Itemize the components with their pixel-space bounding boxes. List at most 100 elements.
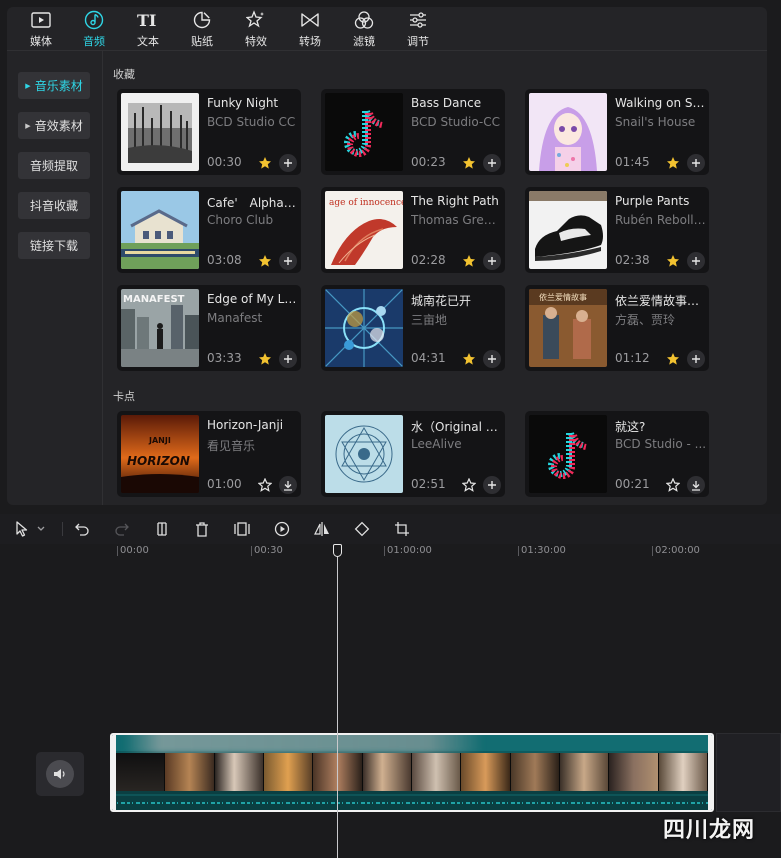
select-tool-button[interactable] bbox=[12, 519, 32, 539]
triangle-right-icon: ▶ bbox=[25, 81, 31, 90]
music-card[interactable]: 城南花已开 三亩地 04:31 bbox=[321, 285, 505, 371]
music-card[interactable]: Funky Night BCD Studio CC 00:30 bbox=[117, 89, 301, 175]
music-card[interactable]: age of innocence The Right Path Thomas Gr… bbox=[321, 187, 505, 273]
timeline-ruler[interactable]: 00:00 00:30 01:00:00 01:30:00 02:00:00 bbox=[0, 544, 781, 558]
star-outline-icon[interactable] bbox=[257, 477, 273, 493]
add-icon[interactable] bbox=[483, 154, 501, 172]
nav-music-library[interactable]: ▶ 音乐素材 bbox=[18, 72, 90, 99]
transition-icon bbox=[299, 9, 321, 31]
album-cover: MANAFEST bbox=[121, 289, 199, 367]
empty-track-segment bbox=[716, 733, 781, 812]
add-icon[interactable] bbox=[483, 252, 501, 270]
clip-trim-handle-right[interactable] bbox=[708, 735, 712, 810]
download-icon[interactable] bbox=[279, 476, 297, 494]
audio-waveform bbox=[112, 791, 712, 810]
tab-adjust[interactable]: 调节 bbox=[394, 9, 442, 51]
nav-label: 音乐素材 bbox=[34, 79, 83, 93]
toolbar-divider bbox=[62, 522, 63, 536]
track-duration: 01:12 bbox=[615, 351, 650, 365]
tab-audio[interactable]: 音频 bbox=[70, 9, 118, 51]
star-filled-icon[interactable] bbox=[665, 253, 681, 269]
freeze-frame-button[interactable] bbox=[232, 519, 252, 539]
track-duration: 02:38 bbox=[615, 253, 650, 267]
track-artist: 三亩地 bbox=[411, 313, 448, 327]
split-button[interactable] bbox=[152, 519, 172, 539]
svg-text:HORIZON: HORIZON bbox=[127, 454, 190, 468]
ruler-tick bbox=[117, 546, 118, 556]
media-panel: 媒体 音频 TI 文本 贴纸 特效 转场 滤镜 调节 ▶ 音乐素材 ▶ 音效素材… bbox=[7, 7, 767, 505]
star-filled-icon[interactable] bbox=[461, 351, 477, 367]
sticker-icon bbox=[191, 9, 213, 31]
add-icon[interactable] bbox=[483, 476, 501, 494]
album-cover bbox=[121, 93, 199, 171]
nav-label: 音频提取 bbox=[29, 159, 78, 173]
star-filled-icon[interactable] bbox=[665, 155, 681, 171]
nav-sound-effects[interactable]: ▶ 音效素材 bbox=[18, 112, 90, 139]
star-outline-icon[interactable] bbox=[461, 477, 477, 493]
track-title: Edge of My Life bbox=[207, 292, 299, 306]
music-card[interactable]: 依兰爱情故事 依兰爱情故事（... 方磊、贾玲 01:12 bbox=[525, 285, 709, 371]
music-card[interactable]: Bass Dance BCD Studio-CC 00:23 bbox=[321, 89, 505, 175]
tab-text[interactable]: TI 文本 bbox=[124, 9, 172, 51]
play-circle-icon bbox=[274, 521, 290, 537]
tab-sticker[interactable]: 贴纸 bbox=[178, 9, 226, 51]
redo-button[interactable] bbox=[112, 519, 132, 539]
nav-link-download[interactable]: 链接下载 bbox=[18, 232, 90, 259]
ruler-tick bbox=[652, 546, 653, 556]
star-filled-icon[interactable] bbox=[257, 253, 273, 269]
playhead-handle[interactable] bbox=[333, 544, 342, 557]
add-icon[interactable] bbox=[687, 350, 705, 368]
delete-button[interactable] bbox=[192, 519, 212, 539]
crop-button[interactable] bbox=[392, 519, 412, 539]
add-icon[interactable] bbox=[483, 350, 501, 368]
add-icon[interactable] bbox=[687, 252, 705, 270]
star-filled-icon[interactable] bbox=[257, 155, 273, 171]
track-artist: LeeAlive bbox=[411, 437, 462, 451]
music-card[interactable]: Purple Pants Rubén Rebolle... 02:38 bbox=[525, 187, 709, 273]
add-icon[interactable] bbox=[279, 154, 297, 172]
add-icon[interactable] bbox=[687, 154, 705, 172]
music-card[interactable]: Walking on Sn... Snail's House 01:45 bbox=[525, 89, 709, 175]
star-filled-icon[interactable] bbox=[257, 351, 273, 367]
tab-media[interactable]: 媒体 bbox=[17, 9, 65, 51]
nav-audio-extract[interactable]: 音频提取 bbox=[18, 152, 90, 179]
video-clip[interactable] bbox=[110, 733, 714, 812]
tab-transition[interactable]: 转场 bbox=[286, 9, 334, 51]
adjust-icon bbox=[407, 9, 429, 31]
nav-douyin-favorites[interactable]: 抖音收藏 bbox=[18, 192, 90, 219]
music-card[interactable]: MANAFEST Edge of My Life Manafest 03:33 bbox=[117, 285, 301, 371]
music-card[interactable]: 水（Original M... LeeAlive 02:51 bbox=[321, 411, 505, 497]
star-outline-icon[interactable] bbox=[665, 477, 681, 493]
speaker-icon bbox=[46, 760, 74, 788]
play-reverse-button[interactable] bbox=[272, 519, 292, 539]
clip-frame bbox=[263, 753, 314, 793]
track-title: Bass Dance bbox=[411, 96, 482, 110]
add-icon[interactable] bbox=[279, 350, 297, 368]
tab-filter[interactable]: 滤镜 bbox=[340, 9, 388, 51]
star-filled-icon[interactable] bbox=[461, 155, 477, 171]
select-icon bbox=[16, 521, 28, 537]
tab-effects[interactable]: 特效 bbox=[232, 9, 280, 51]
star-filled-icon[interactable] bbox=[461, 253, 477, 269]
add-icon[interactable] bbox=[279, 252, 297, 270]
rotate-button[interactable] bbox=[352, 519, 372, 539]
tab-label: 特效 bbox=[245, 35, 267, 48]
freeze-icon bbox=[234, 522, 250, 536]
track-artist: Rubén Rebolle... bbox=[615, 213, 707, 227]
select-mode-dropdown[interactable] bbox=[35, 519, 47, 539]
mirror-button[interactable] bbox=[312, 519, 332, 539]
playhead-line[interactable] bbox=[337, 552, 338, 858]
track-artist: 方磊、贾玲 bbox=[615, 313, 676, 327]
ruler-tick bbox=[384, 546, 385, 556]
music-card[interactable]: 就这? BCD Studio - ... 00:21 bbox=[525, 411, 709, 497]
star-filled-icon[interactable] bbox=[665, 351, 681, 367]
album-cover bbox=[325, 415, 403, 493]
music-card[interactable]: Cafe' Alpha(... Choro Club 03:08 bbox=[117, 187, 301, 273]
tab-label: 转场 bbox=[299, 35, 321, 48]
download-icon[interactable] bbox=[687, 476, 705, 494]
clip-trim-handle-left[interactable] bbox=[112, 735, 116, 810]
track-mute-button[interactable] bbox=[36, 752, 84, 796]
music-card[interactable]: JANJI HORIZON Horizon-Janji 看见音乐 01:00 bbox=[117, 411, 301, 497]
undo-button[interactable] bbox=[72, 519, 92, 539]
track-duration: 02:51 bbox=[411, 477, 446, 491]
